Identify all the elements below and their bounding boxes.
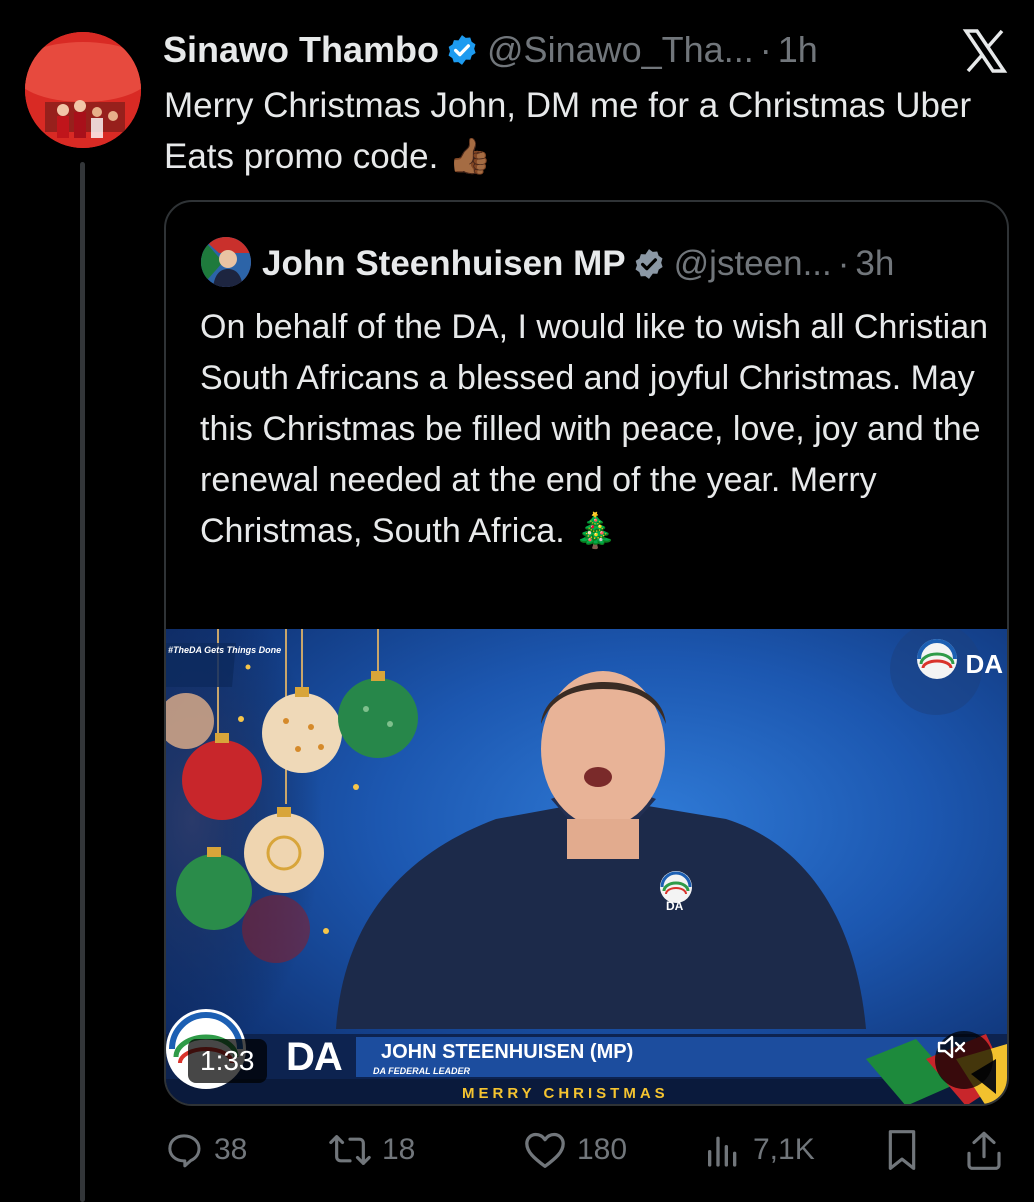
verified-badge-icon	[448, 35, 476, 65]
lower-third-name: JOHN STEENHUISEN (MP)	[381, 1041, 634, 1063]
repost-button[interactable]: 18	[328, 1122, 415, 1178]
share-icon	[967, 1131, 1001, 1170]
author-handle[interactable]: @Sinawo_Tha...	[487, 29, 754, 71]
repost-icon	[329, 1135, 371, 1165]
tweet-time[interactable]: 1h	[778, 29, 818, 71]
separator-dot: ·	[759, 29, 772, 70]
ornament	[262, 693, 342, 773]
christmas-tree-emoji: 🎄	[574, 511, 617, 551]
view-count: 7,1K	[753, 1133, 815, 1166]
quoted-tweet-card[interactable]: John Steenhuisen MP @jsteen... · 3h On b…	[164, 200, 1009, 1106]
avatar-photo	[25, 32, 141, 148]
quoted-tweet-text: On behalf of the DA, I would like to wis…	[200, 302, 990, 557]
ornament	[176, 854, 252, 930]
views-icon	[708, 1136, 737, 1167]
ornament	[244, 813, 324, 893]
like-button[interactable]: 180	[523, 1122, 627, 1178]
ornament	[182, 740, 262, 820]
thumbs-up-emoji: 👍🏾	[448, 137, 492, 177]
bookmark-button[interactable]	[882, 1122, 932, 1178]
reply-icon	[168, 1134, 201, 1168]
tweet-body: Merry Christmas John, DM me for a Christ…	[164, 86, 972, 176]
author-name[interactable]: Sinawo Thambo	[163, 29, 439, 71]
author-avatar[interactable]	[25, 32, 141, 148]
lower-third-banner: MERRY CHRISTMAS	[462, 1085, 669, 1102]
verified-badge-icon	[635, 249, 663, 279]
da-logo: DA	[965, 649, 1003, 679]
video-duration: 1:33	[188, 1039, 267, 1083]
quoted-author-handle[interactable]: @jsteen...	[674, 244, 832, 284]
reply-count: 38	[214, 1133, 248, 1166]
ornament	[338, 678, 418, 758]
quoted-author-avatar[interactable]	[201, 237, 251, 287]
lower-third-da-text: DA	[286, 1035, 343, 1079]
heart-icon	[525, 1132, 565, 1168]
action-bar: 38 18 180 7,1K	[160, 1122, 1010, 1178]
reply-button[interactable]: 38	[164, 1122, 247, 1178]
quoted-tweet-time[interactable]: 3h	[855, 244, 894, 284]
x-logo-icon[interactable]	[962, 28, 1008, 74]
like-count: 180	[577, 1133, 628, 1166]
mute-button[interactable]	[935, 1031, 993, 1089]
lower-third-role: DA FEDERAL LEADER	[373, 1066, 471, 1076]
quoted-author-name[interactable]: John Steenhuisen MP	[262, 244, 626, 284]
video-player[interactable]: #TheDA Gets Things Done DA DA DA JOHN ST…	[166, 629, 1007, 1104]
views-button[interactable]: 7,1K	[703, 1122, 815, 1178]
volume-muted-icon	[937, 1035, 966, 1059]
tweet-text: Merry Christmas John, DM me for a Christ…	[164, 80, 1004, 183]
tweet-header: Sinawo Thambo @Sinawo_Tha... · 1h	[163, 28, 818, 72]
hashtag-overlay: #TheDA Gets Things Done	[168, 645, 282, 655]
separator-dot: ·	[837, 244, 850, 283]
thread-line	[80, 162, 85, 1202]
bookmark-icon	[888, 1130, 916, 1170]
share-button[interactable]	[964, 1122, 1014, 1178]
shirt-da-text: DA	[666, 899, 684, 913]
quoted-tweet-header: John Steenhuisen MP @jsteen... · 3h	[262, 242, 894, 286]
repost-count: 18	[382, 1133, 416, 1166]
